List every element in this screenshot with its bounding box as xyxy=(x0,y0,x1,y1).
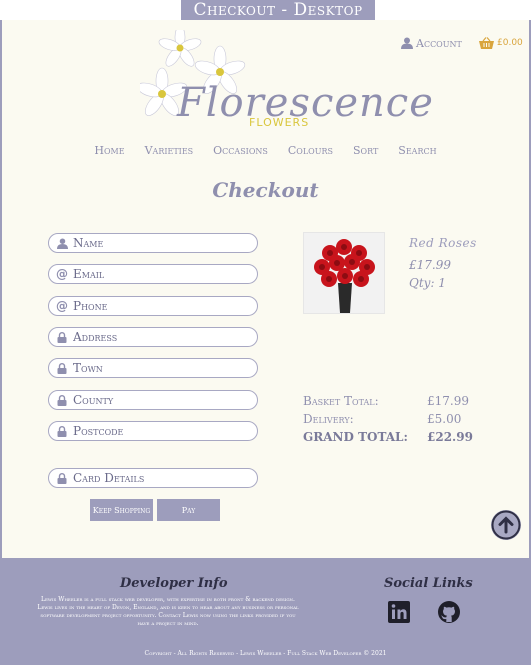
basket-total-value: £17.99 xyxy=(427,394,469,408)
social-links-title: Social Links xyxy=(384,576,473,591)
product-quantity: Qty: 1 xyxy=(409,276,446,290)
lock-icon xyxy=(56,362,68,374)
lock-icon xyxy=(56,394,68,406)
name-field-wrapper xyxy=(48,233,258,253)
delivery-label: Delivery: xyxy=(303,412,354,426)
user-icon xyxy=(401,37,413,49)
developer-info-title: Developer Info xyxy=(120,576,228,591)
basket-total-label: Basket Total: xyxy=(303,394,379,408)
name-input[interactable] xyxy=(73,236,243,250)
arrow-up-icon xyxy=(491,510,521,540)
logo-subtitle: FLOWERS xyxy=(249,116,310,129)
address-input[interactable] xyxy=(73,330,243,344)
lock-icon xyxy=(56,331,68,343)
nav-item-home[interactable]: Home xyxy=(94,144,124,158)
cart-total: £0.00 xyxy=(497,38,523,48)
postcode-input[interactable] xyxy=(73,424,243,438)
delivery-value: £5.00 xyxy=(427,412,462,426)
main-nav: Home Varieties Occasions Colours Sort Se… xyxy=(2,144,529,158)
user-icon xyxy=(56,237,68,249)
github-icon[interactable] xyxy=(437,600,461,624)
lock-icon xyxy=(56,425,68,437)
product-image[interactable] xyxy=(303,232,385,314)
developer-info-text: Lewis Wheeler is a full stack web develo… xyxy=(37,596,299,627)
nav-item-varieties[interactable]: Varieties xyxy=(145,144,194,158)
delivery-row: Delivery: £5.00 xyxy=(303,410,493,428)
nav-item-search[interactable]: Search xyxy=(398,144,436,158)
email-field-wrapper: @ xyxy=(48,264,258,284)
address-field-wrapper xyxy=(48,327,258,347)
phone-input[interactable] xyxy=(73,299,243,313)
product-name[interactable]: Red Roses xyxy=(409,236,477,250)
card-field-wrapper xyxy=(48,468,258,488)
basket-icon xyxy=(479,36,494,49)
cart-link[interactable]: £0.00 xyxy=(478,35,523,51)
at-icon: @ xyxy=(56,299,68,313)
product-price: £17.99 xyxy=(409,258,451,272)
town-field-wrapper xyxy=(48,358,258,378)
email-input[interactable] xyxy=(73,267,243,281)
red-roses-image xyxy=(304,233,384,313)
copyright-text: Copyright - All Rights Reserved - Lewis … xyxy=(144,650,387,657)
back-to-top-button[interactable] xyxy=(491,510,521,540)
lock-icon xyxy=(56,472,68,484)
grand-total-value: £22.99 xyxy=(427,430,473,444)
page-banner: Checkout - Desktop xyxy=(181,0,375,20)
at-icon: @ xyxy=(56,267,68,281)
nav-item-sort[interactable]: Sort xyxy=(353,144,378,158)
page-content: Florescence FLOWERS Account £0.00 Home V… xyxy=(2,20,529,558)
phone-field-wrapper: @ xyxy=(48,296,258,316)
nav-item-colours[interactable]: Colours xyxy=(288,144,333,158)
county-input[interactable] xyxy=(73,393,243,407)
basket-total-row: Basket Total: £17.99 xyxy=(303,392,493,410)
pay-button[interactable]: Pay xyxy=(157,499,220,521)
browser-frame: Florescence FLOWERS Account £0.00 Home V… xyxy=(0,20,531,665)
account-link[interactable]: Account xyxy=(401,35,462,51)
keep-shopping-button[interactable]: Keep Shopping xyxy=(90,499,153,521)
order-summary: Basket Total: £17.99 Delivery: £5.00 GRA… xyxy=(303,392,493,446)
linkedin-icon[interactable] xyxy=(387,600,411,624)
account-label: Account xyxy=(416,36,462,50)
county-field-wrapper xyxy=(48,390,258,410)
footer: Developer Info Lewis Wheeler is a full s… xyxy=(2,558,529,665)
postcode-field-wrapper xyxy=(48,421,258,441)
page-title: Checkout xyxy=(212,178,319,202)
card-details-input[interactable] xyxy=(73,471,243,485)
nav-item-occasions[interactable]: Occasions xyxy=(213,144,268,158)
town-input[interactable] xyxy=(73,361,243,375)
grand-total-row: GRAND TOTAL: £22.99 xyxy=(303,428,493,446)
grand-total-label: GRAND TOTAL: xyxy=(303,430,408,444)
